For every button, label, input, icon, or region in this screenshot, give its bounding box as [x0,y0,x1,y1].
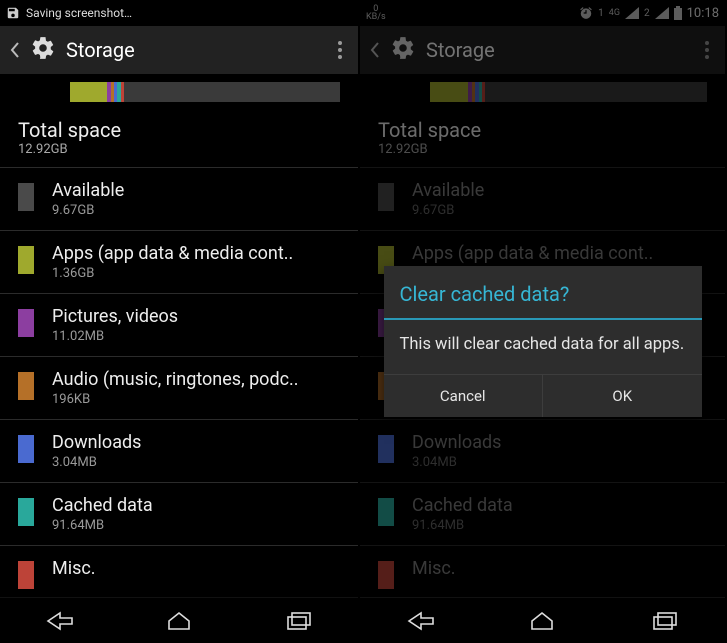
phone-right: 0 KB/s 1 4G 2 10:18 Storage [360,0,725,643]
nav-bar [0,597,358,643]
phone-left: Saving screenshot… Storage Total space 1… [0,0,360,643]
nav-home-icon[interactable] [165,611,193,631]
category-color-swatch [18,183,34,211]
storage-row-value: 9.67GB [52,203,340,218]
storage-row[interactable]: Pictures, videos 11.02MB [0,294,358,356]
storage-row[interactable]: Misc. [0,546,358,601]
category-color-swatch [18,309,34,337]
storage-row-value: 91.64MB [52,518,340,533]
storage-row[interactable]: Cached data 91.64MB [0,483,358,545]
nav-back-icon[interactable] [407,611,435,631]
status-bar: Saving screenshot… [0,0,358,26]
total-space-value: 12.92GB [0,142,358,167]
storage-row-label: Pictures, videos [52,306,340,327]
settings-gear-icon [30,35,56,65]
category-color-swatch [18,561,34,589]
storage-row-label: Cached data [52,495,340,516]
storage-row[interactable]: Audio (music, ringtones, podc.. 196KB [0,357,358,419]
back-icon[interactable] [10,41,20,59]
storage-rows: Available 9.67GB Apps (app data & media co… [0,168,358,602]
dialog-buttons: Cancel OK [384,374,702,417]
usage-segment [70,82,107,102]
status-left: Saving screenshot… [6,6,132,20]
nav-back-icon[interactable] [46,611,74,631]
storage-row-label: Available [52,180,340,201]
category-color-swatch [18,435,34,463]
storage-row-value: 196KB [52,392,340,407]
storage-row[interactable]: Available 9.67GB [0,168,358,230]
dialog-title: Clear cached data? [384,266,702,318]
dialog-cancel-button[interactable]: Cancel [384,375,543,417]
action-bar: Storage [0,26,358,74]
category-color-swatch [18,372,34,400]
storage-row-label: Apps (app data & media cont.. [52,243,340,264]
nav-recents-icon[interactable] [650,611,678,631]
category-color-swatch [18,246,34,274]
storage-row-value: 11.02MB [52,329,340,344]
usage-segment [124,82,340,102]
dialog-ok-button[interactable]: OK [542,375,702,417]
status-text: Saving screenshot… [26,6,132,20]
overflow-menu-icon[interactable] [332,35,348,65]
nav-recents-icon[interactable] [284,611,312,631]
dialog-message: This will clear cached data for all apps… [384,320,702,374]
storage-usage-bar [70,82,340,102]
storage-row-value: 3.04MB [52,455,340,470]
nav-bar [360,597,725,643]
actionbar-title: Storage [66,38,322,62]
storage-row-label: Misc. [52,558,340,579]
nav-home-icon[interactable] [528,611,556,631]
total-space-title: Total space [0,112,358,142]
category-color-swatch [18,498,34,526]
storage-row-value: 1.36GB [52,266,340,281]
storage-row-label: Downloads [52,432,340,453]
storage-row[interactable]: Downloads 3.04MB [0,420,358,482]
storage-row-label: Audio (music, ringtones, podc.. [52,369,340,390]
clear-cache-dialog: Clear cached data? This will clear cache… [384,266,702,417]
storage-row[interactable]: Apps (app data & media cont.. 1.36GB [0,231,358,293]
save-icon [6,6,20,20]
dialog-scrim: Clear cached data? This will clear cache… [360,0,725,643]
